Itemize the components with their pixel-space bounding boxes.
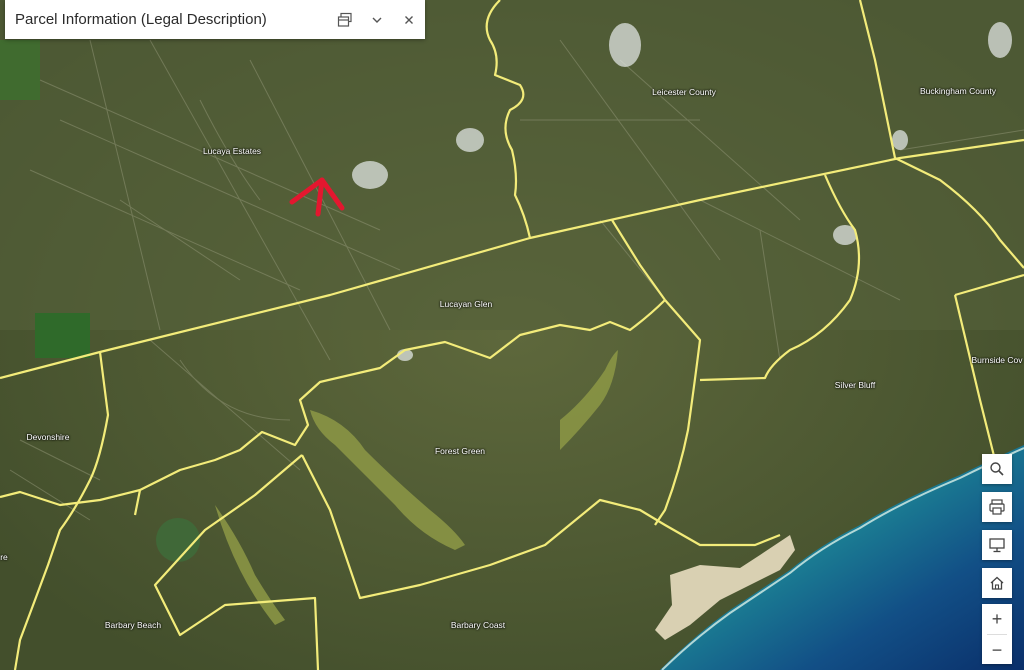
dock-icon <box>337 12 352 27</box>
parcel-info-panel: Parcel Information (Legal Description) <box>5 0 425 39</box>
chevron-down-icon <box>372 17 382 23</box>
search-icon <box>990 462 1004 476</box>
label-burnside-cove: Burnside Cov <box>971 355 1023 365</box>
screen-button[interactable] <box>982 530 1012 560</box>
label-buckingham-county: Buckingham County <box>919 86 997 96</box>
close-button[interactable] <box>393 0 425 39</box>
home-button[interactable] <box>982 568 1012 598</box>
home-icon <box>990 576 1004 590</box>
dock-button[interactable] <box>329 0 361 39</box>
green-field <box>35 313 90 358</box>
label-silver-bluff: Silver Bluff <box>834 380 876 390</box>
label-forest-green: Forest Green <box>434 446 486 456</box>
label-devonshire: Devonshire <box>26 432 70 442</box>
zoom-controls: + − <box>982 604 1012 664</box>
panel-title: Parcel Information (Legal Description) <box>15 11 267 28</box>
pond <box>156 518 200 562</box>
label-barbary-beach: Barbary Beach <box>104 620 162 630</box>
search-button[interactable] <box>982 454 1012 484</box>
green-strip <box>0 40 40 100</box>
label-edge-fragment: re <box>0 552 8 562</box>
label-barbary-coast: Barbary Coast <box>450 620 506 630</box>
label-lucayan-glen: Lucayan Glen <box>439 299 493 309</box>
zoom-out-button[interactable]: − <box>982 635 1012 665</box>
map-canvas[interactable] <box>0 0 1024 670</box>
label-leicester-county: Leicester County <box>652 87 716 97</box>
close-icon <box>405 15 413 24</box>
print-icon <box>989 499 1005 515</box>
label-lucaya-estates: Lucaya Estates <box>202 146 262 156</box>
print-button[interactable] <box>982 492 1012 522</box>
monitor-icon <box>989 538 1005 553</box>
zoom-in-button[interactable]: + <box>982 604 1012 634</box>
collapse-button[interactable] <box>361 0 393 39</box>
